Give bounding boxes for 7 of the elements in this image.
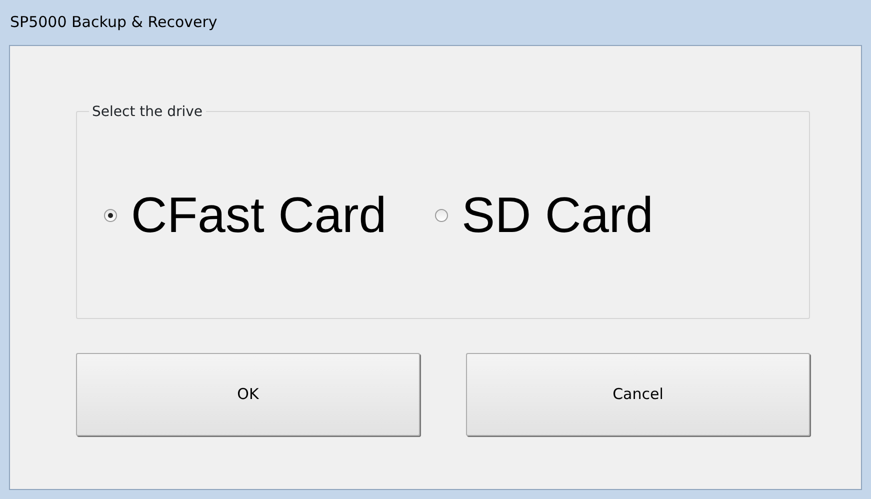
dialog-button[interactable]: Cancel <box>466 353 810 436</box>
radio-button[interactable] <box>104 208 117 222</box>
radio-button[interactable] <box>434 208 448 222</box>
dialog-button[interactable]: OK <box>76 353 420 436</box>
radio-label[interactable]: SD Card <box>462 178 654 252</box>
radio-label[interactable]: CFast Card <box>131 178 387 252</box>
window-title: SP5000 Backup & Recovery <box>10 12 218 34</box>
